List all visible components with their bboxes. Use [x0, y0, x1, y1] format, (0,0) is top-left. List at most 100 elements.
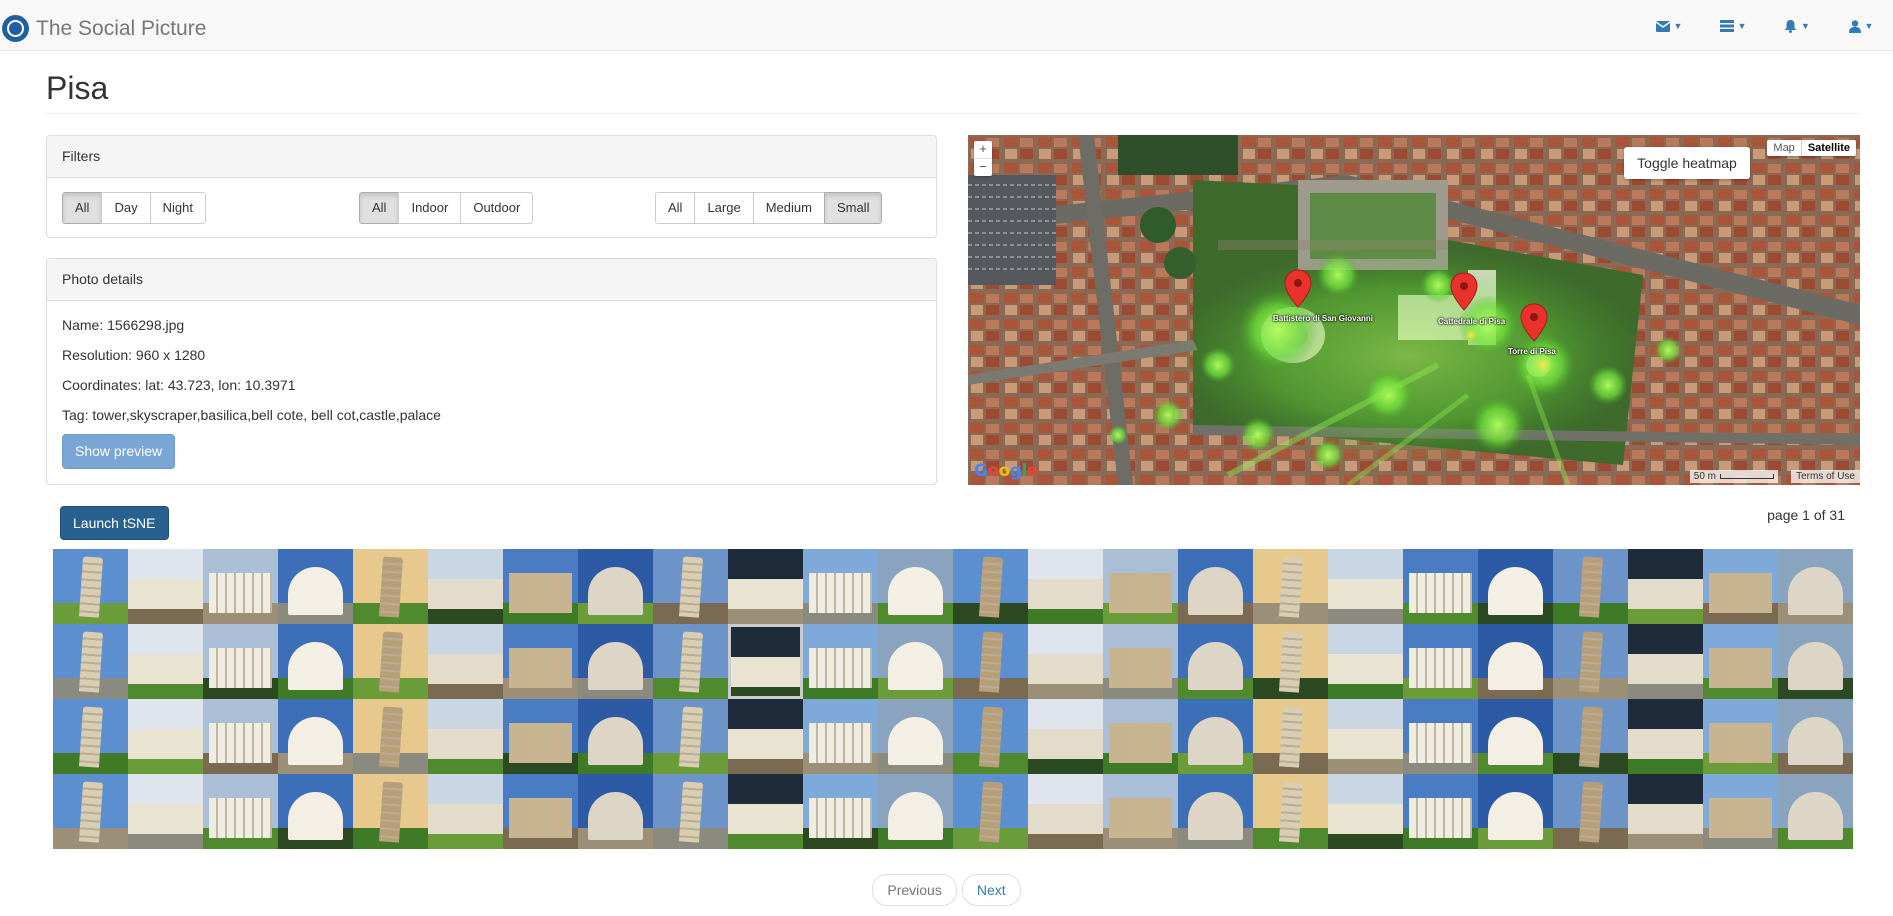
filter-location-indoor[interactable]: Indoor	[398, 192, 462, 224]
photo-thumbnail[interactable]	[1478, 624, 1553, 699]
photo-thumbnail[interactable]	[578, 774, 653, 849]
photo-thumbnail[interactable]	[953, 774, 1028, 849]
photo-thumbnail[interactable]	[428, 624, 503, 699]
filter-location-all[interactable]: All	[359, 192, 400, 224]
photo-thumbnail[interactable]	[128, 624, 203, 699]
photo-thumbnail[interactable]	[803, 624, 878, 699]
photo-thumbnail[interactable]	[1028, 774, 1103, 849]
photo-thumbnail[interactable]	[728, 774, 803, 849]
filter-location-outdoor[interactable]: Outdoor	[460, 192, 534, 224]
photo-thumbnail[interactable]	[1103, 699, 1178, 774]
photo-thumbnail[interactable]	[53, 774, 128, 849]
photo-thumbnail[interactable]	[203, 549, 278, 624]
photo-thumbnail[interactable]	[1778, 699, 1853, 774]
photo-thumbnail[interactable]	[203, 774, 278, 849]
photo-thumbnail[interactable]	[1703, 624, 1778, 699]
photo-thumbnail[interactable]	[1028, 624, 1103, 699]
photo-thumbnail[interactable]	[1553, 774, 1628, 849]
filter-size-large[interactable]: Large	[694, 192, 754, 224]
photo-thumbnail[interactable]	[203, 624, 278, 699]
photo-thumbnail[interactable]	[1253, 774, 1328, 849]
photo-thumbnail[interactable]	[653, 774, 728, 849]
photo-thumbnail[interactable]	[353, 624, 428, 699]
photo-thumbnail[interactable]	[1478, 774, 1553, 849]
photo-thumbnail[interactable]	[878, 774, 953, 849]
photo-thumbnail[interactable]	[1478, 699, 1553, 774]
zoom-out-button[interactable]: −	[974, 159, 992, 176]
photo-thumbnail[interactable]	[1178, 624, 1253, 699]
photo-thumbnail[interactable]	[878, 549, 953, 624]
photo-thumbnail[interactable]	[1403, 549, 1478, 624]
photo-thumbnail[interactable]	[653, 549, 728, 624]
photo-thumbnail[interactable]	[578, 699, 653, 774]
photo-thumbnail[interactable]	[578, 624, 653, 699]
photo-thumbnail[interactable]	[1628, 774, 1703, 849]
filter-time-all[interactable]: All	[62, 192, 103, 224]
photo-thumbnail[interactable]	[278, 699, 353, 774]
photo-thumbnail[interactable]	[803, 774, 878, 849]
photo-thumbnail[interactable]	[428, 699, 503, 774]
map-type-satellite[interactable]: Satellite	[1800, 140, 1856, 156]
photo-thumbnail[interactable]	[803, 549, 878, 624]
map-view[interactable]: Battistero di San Giovanni Cattedrale di…	[968, 135, 1860, 485]
brand-link[interactable]: The Social Picture	[2, 15, 206, 42]
photo-thumbnail[interactable]	[1328, 699, 1403, 774]
photo-thumbnail[interactable]	[1778, 549, 1853, 624]
tasks-menu[interactable]: ▼	[1701, 14, 1765, 38]
photo-thumbnail[interactable]	[1628, 699, 1703, 774]
photo-thumbnail[interactable]	[878, 699, 953, 774]
photo-thumbnail[interactable]	[653, 699, 728, 774]
photo-thumbnail[interactable]	[1253, 699, 1328, 774]
show-preview-button[interactable]: Show preview	[62, 434, 176, 469]
photo-thumbnail[interactable]	[1553, 624, 1628, 699]
photo-thumbnail[interactable]	[278, 624, 353, 699]
photo-thumbnail[interactable]	[1328, 549, 1403, 624]
photo-thumbnail[interactable]	[578, 549, 653, 624]
photo-thumbnail[interactable]	[1103, 774, 1178, 849]
photo-thumbnail[interactable]	[1703, 699, 1778, 774]
photo-thumbnail[interactable]	[1253, 624, 1328, 699]
photo-thumbnail[interactable]	[203, 699, 278, 774]
photo-thumbnail[interactable]	[953, 624, 1028, 699]
photo-thumbnail[interactable]	[1328, 774, 1403, 849]
photo-thumbnail[interactable]	[1553, 549, 1628, 624]
user-menu[interactable]: ▼	[1829, 14, 1893, 38]
photo-thumbnail[interactable]	[53, 624, 128, 699]
photo-thumbnail[interactable]	[128, 699, 203, 774]
photo-thumbnail[interactable]	[1703, 549, 1778, 624]
photo-thumbnail[interactable]	[128, 774, 203, 849]
filter-size-small[interactable]: Small	[823, 192, 883, 224]
photo-thumbnail[interactable]	[1628, 549, 1703, 624]
launch-tsne-button[interactable]: Launch tSNE	[60, 506, 169, 540]
photo-thumbnail[interactable]	[503, 774, 578, 849]
photo-thumbnail[interactable]	[878, 624, 953, 699]
photo-thumbnail[interactable]	[1628, 624, 1703, 699]
photo-thumbnail[interactable]	[428, 774, 503, 849]
photo-thumbnail[interactable]	[503, 549, 578, 624]
photo-thumbnail[interactable]	[503, 699, 578, 774]
next-page-button[interactable]: Next	[961, 874, 1021, 906]
filter-size-medium[interactable]: Medium	[752, 192, 825, 224]
previous-page-button[interactable]: Previous	[872, 874, 957, 906]
photo-thumbnail[interactable]	[1178, 774, 1253, 849]
terms-of-use-link[interactable]: Terms of Use	[1791, 470, 1860, 483]
photo-thumbnail[interactable]	[353, 549, 428, 624]
photo-thumbnail[interactable]	[953, 699, 1028, 774]
photo-thumbnail[interactable]	[728, 624, 803, 699]
photo-thumbnail[interactable]	[503, 624, 578, 699]
photo-thumbnail[interactable]	[1403, 699, 1478, 774]
photo-thumbnail[interactable]	[1103, 549, 1178, 624]
photo-thumbnail[interactable]	[278, 549, 353, 624]
photo-thumbnail[interactable]	[1253, 549, 1328, 624]
filter-time-day[interactable]: Day	[101, 192, 151, 224]
photo-thumbnail[interactable]	[1778, 774, 1853, 849]
photo-thumbnail[interactable]	[1028, 699, 1103, 774]
photo-thumbnail[interactable]	[1478, 549, 1553, 624]
photo-thumbnail[interactable]	[953, 549, 1028, 624]
filter-time-night[interactable]: Night	[149, 192, 206, 224]
photo-thumbnail[interactable]	[728, 549, 803, 624]
photo-thumbnail[interactable]	[728, 699, 803, 774]
photo-thumbnail[interactable]	[1178, 699, 1253, 774]
zoom-in-button[interactable]: +	[974, 141, 992, 159]
photo-thumbnail[interactable]	[1103, 624, 1178, 699]
